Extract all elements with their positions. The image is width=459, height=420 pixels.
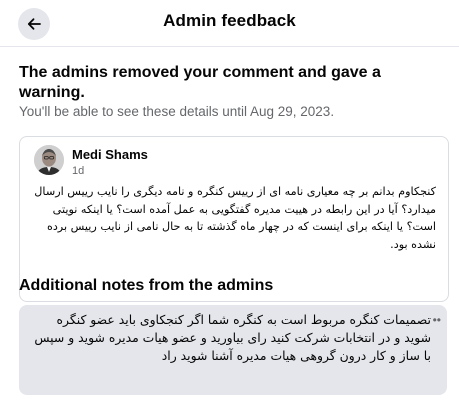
avatar-image (34, 145, 64, 175)
more-dots-icon: •• (432, 313, 441, 327)
page-title: Admin feedback (163, 11, 296, 30)
header-bar: Admin feedback (0, 0, 459, 47)
comment-time: 1d (72, 165, 85, 177)
admin-notes-text: تصمیمات کنگره مربوط است به کنگره شما اگر… (34, 312, 431, 363)
comment-text: کنجکاوم بدانم بر چه معیاری نامه ای از ری… (34, 185, 436, 251)
comment-author[interactable]: Medi Shams (72, 147, 148, 162)
avatar[interactable] (34, 145, 64, 175)
warning-subtitle: You'll be able to see these details unti… (19, 104, 335, 119)
admin-feedback-page: Admin feedback The admins removed your c… (0, 0, 459, 420)
warning-title: The admins removed your comment and gave… (19, 64, 381, 101)
feedback-panel: The admins removed your comment and gave… (0, 47, 459, 420)
notes-title: Additional notes from the admins (19, 277, 274, 294)
admin-notes-box: •• تصمیمات کنگره مربوط است به کنگره شما … (19, 305, 447, 395)
